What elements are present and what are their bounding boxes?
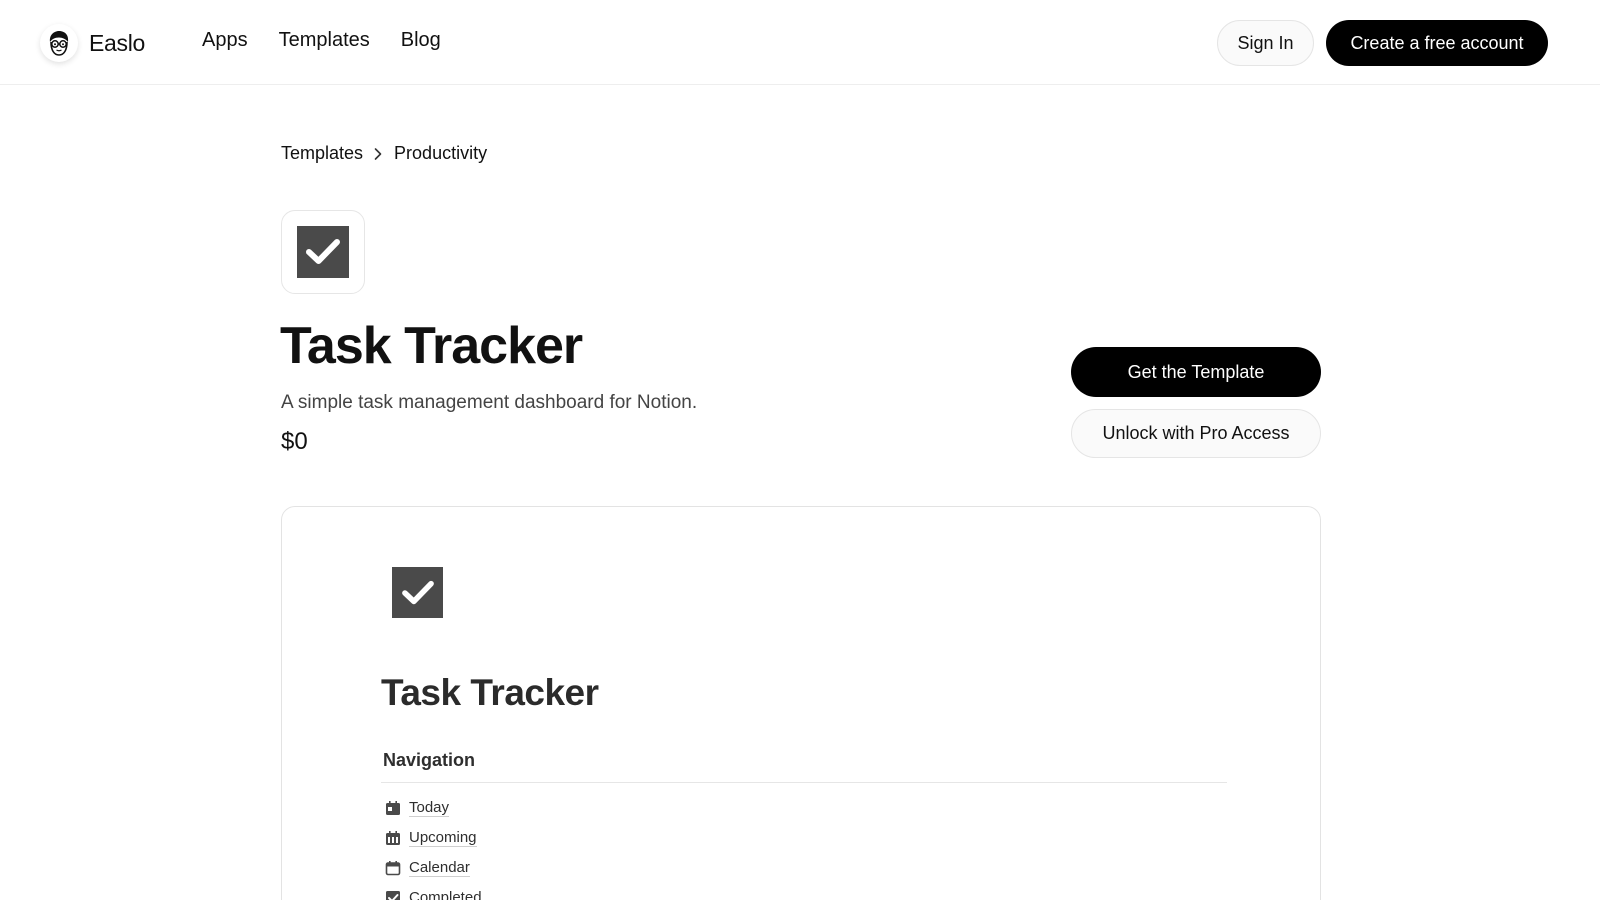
calendar-icon	[385, 860, 401, 876]
nav-link-apps[interactable]: Apps	[202, 29, 248, 52]
breadcrumb: Templates Productivity	[281, 143, 487, 164]
list-item-label: Calendar	[409, 859, 470, 877]
nav-link-templates[interactable]: Templates	[279, 29, 370, 52]
create-account-button[interactable]: Create a free account	[1326, 20, 1548, 66]
chevron-right-icon	[373, 147, 383, 161]
avatar-logo-icon	[40, 24, 78, 62]
preview-section-heading: Navigation	[383, 750, 476, 770]
list-item[interactable]: Today	[385, 793, 482, 823]
brand-logo-link[interactable]: Easlo	[40, 24, 145, 62]
breadcrumb-link-productivity[interactable]: Productivity	[394, 143, 487, 164]
preview-title: Task Tracker	[381, 672, 599, 713]
checkbox-checked-icon	[297, 226, 349, 278]
breadcrumb-link-templates[interactable]: Templates	[281, 143, 363, 164]
unlock-pro-access-button[interactable]: Unlock with Pro Access	[1071, 409, 1321, 458]
list-item[interactable]: Upcoming	[385, 823, 482, 853]
calendar-week-icon	[385, 830, 401, 846]
nav-link-blog[interactable]: Blog	[401, 29, 441, 52]
top-navigation-bar: Easlo Apps Templates Blog Sign In Create…	[0, 0, 1600, 85]
list-item[interactable]: Calendar	[385, 853, 482, 883]
sign-in-button[interactable]: Sign In	[1217, 20, 1314, 66]
product-description: A simple task management dashboard for N…	[281, 392, 698, 413]
list-item-label: Today	[409, 799, 450, 817]
section-divider	[381, 782, 1227, 783]
checkbox-checked-icon	[392, 567, 443, 618]
page-title: Task Tracker	[280, 317, 583, 375]
list-item-label: Upcoming	[409, 829, 477, 847]
list-item-label: Completed	[409, 889, 482, 900]
calendar-day-icon	[385, 800, 401, 816]
preview-navigation-list: Today Upcoming Calendar Completed	[385, 793, 482, 900]
list-item[interactable]: Completed	[385, 883, 482, 900]
product-icon-tile	[281, 210, 365, 294]
brand-name: Easlo	[89, 29, 146, 56]
template-preview-card: Task Tracker Navigation Today Upcoming C…	[281, 506, 1321, 900]
product-price: $0	[281, 428, 308, 455]
get-template-button[interactable]: Get the Template	[1071, 347, 1321, 397]
main-nav: Apps Templates Blog	[202, 29, 441, 52]
checkbox-checked-icon	[385, 890, 401, 900]
